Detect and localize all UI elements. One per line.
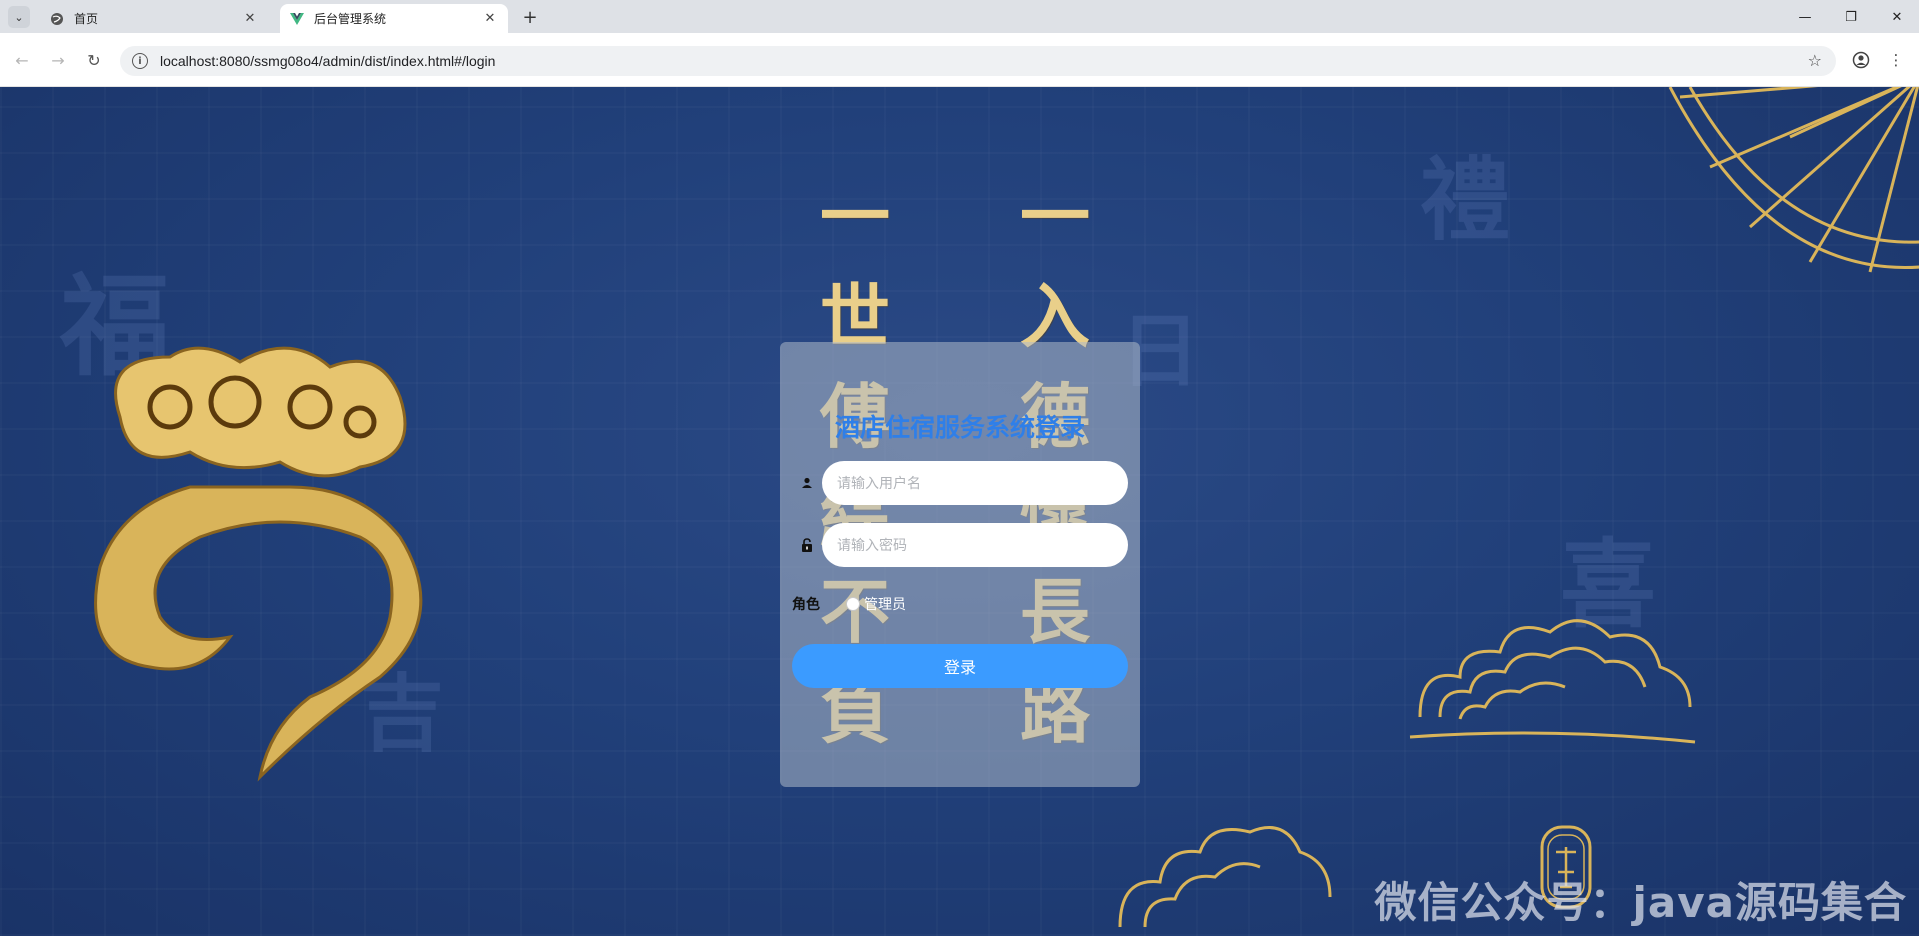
close-icon[interactable]: ✕: [482, 11, 498, 27]
user-icon: [792, 477, 822, 489]
browser-tab-strip: ⌄ 首页 ✕ 后台管理系统 ✕ + — ❐ ✕: [0, 0, 1919, 33]
password-row: [792, 523, 1128, 567]
tab-search-chevron-icon[interactable]: ⌄: [8, 6, 30, 28]
username-input[interactable]: [822, 461, 1128, 505]
golden-wave-decoration: [1409, 619, 1696, 744]
site-info-icon[interactable]: i: [132, 53, 148, 69]
golden-fan-decoration: [1668, 87, 1919, 273]
bookmark-star-icon[interactable]: ☆: [1808, 51, 1822, 70]
vue-logo-icon: [290, 12, 304, 26]
tab-admin-title: 后台管理系统: [314, 12, 387, 26]
golden-wave-decoration-small: [1118, 826, 1332, 928]
username-row: [792, 461, 1128, 505]
role-option-admin-label: 管理员: [864, 597, 906, 613]
login-button[interactable]: 登录: [792, 644, 1128, 688]
background-glyph-li: 禮: [1420, 147, 1510, 253]
lock-icon: [792, 538, 822, 552]
window-close-icon[interactable]: ✕: [1882, 6, 1912, 28]
url-text[interactable]: localhost:8080/ssmg08o4/admin/dist/index…: [160, 53, 495, 69]
close-icon[interactable]: ✕: [242, 11, 258, 27]
golden-cloud-decoration: [94, 346, 423, 782]
role-row: 角色 管理员: [792, 594, 906, 614]
role-radio-admin[interactable]: [846, 597, 860, 611]
reload-icon[interactable]: ↻: [80, 46, 108, 74]
profile-icon[interactable]: [1849, 48, 1873, 72]
tab-home-title: 首页: [74, 12, 99, 26]
password-input[interactable]: [822, 523, 1128, 567]
tab-admin[interactable]: 后台管理系统 ✕: [280, 4, 508, 33]
back-arrow-icon[interactable]: ←: [8, 46, 36, 74]
restore-icon[interactable]: ❐: [1836, 6, 1866, 28]
forward-arrow-icon[interactable]: →: [44, 46, 72, 74]
login-title: 酒店住宿服务系统登录: [834, 413, 1085, 442]
tab-home[interactable]: 首页 ✕: [40, 4, 268, 33]
browser-toolbar: ← → ↻ i localhost:8080/ssmg08o4/admin/di…: [0, 33, 1919, 87]
address-bar[interactable]: i localhost:8080/ssmg08o4/admin/dist/ind…: [120, 46, 1836, 76]
calligraphy-left-char: 一: [820, 175, 890, 258]
login-form: 酒店住宿服务系统登录 角色 管理员 登录: [780, 342, 1140, 787]
new-tab-plus-icon[interactable]: +: [520, 7, 540, 28]
watermark-text: 微信公众号：java源码集合: [1374, 878, 1907, 927]
calligraphy-right-char: 一: [1020, 175, 1090, 258]
role-label: 角色: [792, 597, 820, 613]
globe-icon: [50, 12, 64, 26]
role-option-admin[interactable]: 管理员: [846, 594, 906, 614]
menu-dots-icon[interactable]: ⋮: [1884, 48, 1908, 72]
minimize-icon[interactable]: —: [1790, 6, 1820, 28]
